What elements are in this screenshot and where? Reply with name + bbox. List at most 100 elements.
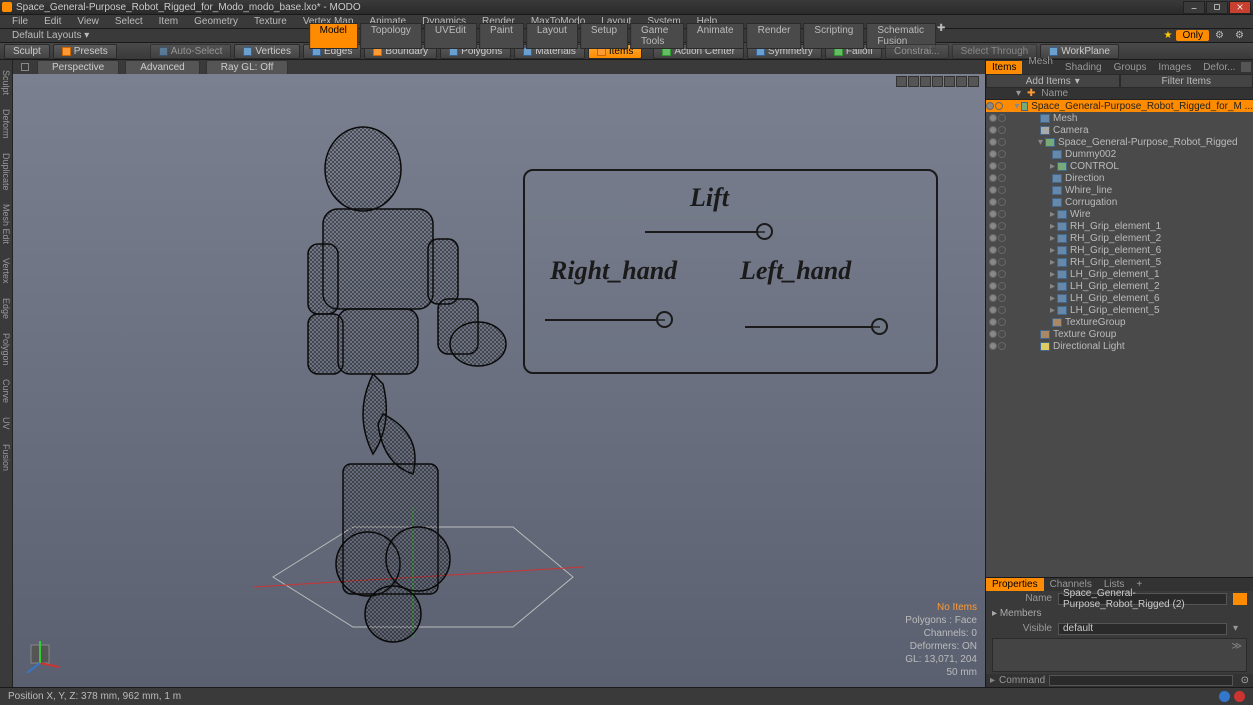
menu-edit[interactable]: Edit — [36, 16, 69, 27]
right-tab-defor-[interactable]: Defor... — [1197, 61, 1241, 74]
axis-widget[interactable] — [23, 637, 63, 677]
item-tree[interactable]: ▾Space_General-Purpose_Robot_Rigged_for_… — [986, 100, 1253, 577]
render-vis-icon[interactable] — [998, 150, 1006, 158]
expand-icon[interactable]: ▾ — [1036, 137, 1045, 148]
expand-icon[interactable]: ▸ — [1048, 209, 1057, 220]
render-vis-icon[interactable] — [998, 114, 1006, 122]
layout-tab-game-tools[interactable]: Game Tools — [630, 23, 684, 49]
layout-tab-model[interactable]: Model — [309, 23, 358, 49]
status-dot-blue[interactable] — [1219, 691, 1230, 702]
visibility-icon[interactable] — [989, 114, 997, 122]
autoselect-button[interactable]: Auto-Select — [150, 44, 232, 59]
raygl-tab[interactable]: Ray GL: Off — [206, 60, 289, 75]
layout-tab-animate[interactable]: Animate — [686, 23, 745, 49]
visible-dropdown[interactable]: default — [1058, 623, 1227, 635]
menu-view[interactable]: View — [69, 16, 107, 27]
name-field[interactable]: Space_General-Purpose_Robot_Rigged (2) — [1058, 593, 1227, 605]
sculpt-button[interactable]: Sculpt — [4, 44, 50, 59]
tree-item[interactable]: ▸LH_Grip_element_2 — [986, 280, 1253, 292]
render-vis-icon[interactable] — [998, 222, 1006, 230]
layout-tab-render[interactable]: Render — [747, 23, 802, 49]
render-vis-icon[interactable] — [998, 234, 1006, 242]
layout-tab-uvedit[interactable]: UVEdit — [424, 23, 477, 49]
right-tab-items[interactable]: Items — [986, 61, 1022, 74]
members-section[interactable]: ▸ Members — [986, 606, 1253, 621]
layout-tab-paint[interactable]: Paint — [479, 23, 524, 49]
layout-tab-layout[interactable]: Layout — [526, 23, 578, 49]
visibility-icon[interactable] — [989, 258, 997, 266]
tree-item[interactable]: Dummy002 — [986, 148, 1253, 160]
leftstrip-polygon[interactable]: Polygon — [0, 327, 12, 372]
color-swatch[interactable] — [1233, 593, 1247, 605]
visibility-icon[interactable] — [989, 306, 997, 314]
visibility-icon[interactable] — [989, 234, 997, 242]
render-vis-icon[interactable] — [998, 138, 1006, 146]
maximize-button[interactable] — [1206, 1, 1228, 14]
visibility-icon[interactable] — [989, 342, 997, 350]
expand-icon[interactable]: ▸ — [1048, 161, 1057, 172]
viewport-3d[interactable]: Lift Right_hand Left_hand No Items Polyg… — [13, 74, 985, 687]
command-input[interactable] — [1049, 675, 1232, 686]
tree-item[interactable]: Whire_line — [986, 184, 1253, 196]
tree-item[interactable]: ▾Space_General-Purpose_Robot_Rigged — [986, 136, 1253, 148]
expand-icon[interactable]: ▸ — [1048, 305, 1057, 316]
expand-icon[interactable]: ▸ — [1048, 245, 1057, 256]
lefthand-slider[interactable] — [745, 326, 880, 328]
leftstrip-deform[interactable]: Deform — [0, 103, 12, 145]
render-vis-icon[interactable] — [998, 210, 1006, 218]
visibility-icon[interactable] — [989, 138, 997, 146]
tree-item[interactable]: Texture Group — [986, 328, 1253, 340]
right-tab-images[interactable]: Images — [1152, 61, 1197, 74]
visibility-icon[interactable] — [989, 150, 997, 158]
tree-item[interactable]: ▸RH_Grip_element_1 — [986, 220, 1253, 232]
render-vis-icon[interactable] — [998, 318, 1006, 326]
right-tab-groups[interactable]: Groups — [1108, 61, 1153, 74]
constrain-button[interactable]: Constrai... — [885, 44, 949, 59]
right-tab-shading[interactable]: Shading — [1059, 61, 1108, 74]
presets-button[interactable]: Presets — [53, 44, 117, 59]
expand-icon[interactable]: ▸ — [1048, 233, 1057, 244]
render-vis-icon[interactable] — [998, 162, 1006, 170]
layout-tab-topology[interactable]: Topology — [360, 23, 422, 49]
vp-icon-3[interactable] — [920, 76, 931, 87]
filter-items-button[interactable]: Filter Items — [1120, 74, 1253, 88]
visibility-icon[interactable] — [989, 330, 997, 338]
leftstrip-fusion[interactable]: Fusion — [0, 438, 12, 477]
tree-item[interactable]: TextureGroup — [986, 316, 1253, 328]
tree-item[interactable]: ▸RH_Grip_element_5 — [986, 256, 1253, 268]
scroll-button[interactable]: ≫ — [993, 639, 1246, 654]
vp-icon-5[interactable] — [944, 76, 955, 87]
only-button[interactable]: Only — [1176, 30, 1209, 41]
render-vis-icon[interactable] — [998, 342, 1006, 350]
expand-icon[interactable]: ▸ — [1048, 281, 1057, 292]
vp-icon-7[interactable] — [968, 76, 979, 87]
layout-tab-setup[interactable]: Setup — [580, 23, 628, 49]
members-list[interactable]: ≫ — [992, 638, 1247, 672]
render-vis-icon[interactable] — [998, 246, 1006, 254]
visibility-icon[interactable] — [989, 162, 997, 170]
menu-select[interactable]: Select — [107, 16, 151, 27]
visibility-icon[interactable] — [989, 174, 997, 182]
tree-item[interactable]: Mesh — [986, 112, 1253, 124]
tree-item[interactable]: Directional Light — [986, 340, 1253, 352]
render-vis-icon[interactable] — [998, 198, 1006, 206]
vp-icon-1[interactable] — [896, 76, 907, 87]
default-layouts-dropdown[interactable]: Default Layouts ▾ — [6, 30, 95, 41]
render-vis-icon[interactable] — [998, 306, 1006, 314]
gear-icon-2[interactable]: ⚙ — [1235, 30, 1249, 41]
render-vis-icon[interactable] — [998, 186, 1006, 194]
leftstrip-uv[interactable]: UV — [0, 411, 12, 436]
visibility-icon[interactable] — [989, 222, 997, 230]
menu-texture[interactable]: Texture — [246, 16, 295, 27]
render-vis-icon[interactable] — [998, 270, 1006, 278]
command-go-icon[interactable]: ⊙ — [1237, 675, 1253, 686]
tree-item[interactable]: ▸RH_Grip_element_6 — [986, 244, 1253, 256]
render-vis-icon[interactable] — [998, 126, 1006, 134]
tree-item[interactable]: ▸RH_Grip_element_2 — [986, 232, 1253, 244]
visibility-icon[interactable] — [989, 318, 997, 326]
slider-knob-icon[interactable] — [756, 223, 773, 240]
render-vis-icon[interactable] — [998, 282, 1006, 290]
tree-item[interactable]: ▾Space_General-Purpose_Robot_Rigged_for_… — [986, 100, 1253, 112]
leftstrip-edge[interactable]: Edge — [0, 292, 12, 325]
slider-knob-icon[interactable] — [871, 318, 888, 335]
